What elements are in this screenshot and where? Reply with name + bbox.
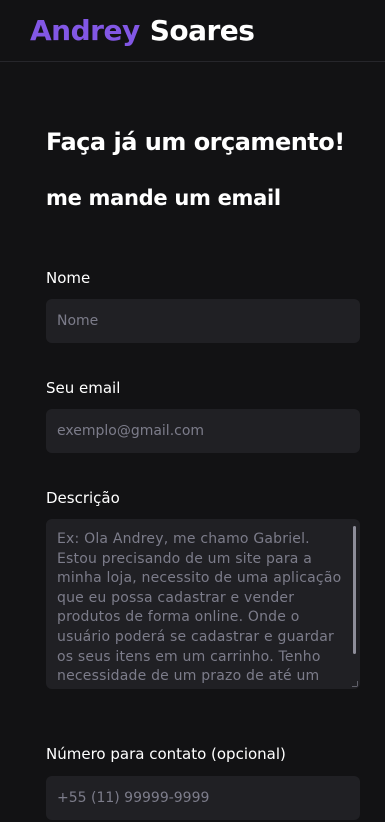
description-label: Descrição	[46, 489, 120, 507]
brand-logo[interactable]: Andrey Soares	[30, 14, 255, 48]
name-input[interactable]	[46, 299, 360, 343]
email-input[interactable]	[46, 409, 360, 453]
brand-first-name: Andrey	[30, 14, 140, 47]
phone-label: Número para contato (opcional)	[46, 745, 286, 763]
brand-last-name: Soares	[149, 14, 255, 47]
textarea-scrollbar[interactable]	[353, 526, 356, 654]
resize-handle-icon[interactable]	[352, 681, 358, 687]
name-label: Nome	[46, 269, 91, 287]
email-label: Seu email	[46, 379, 121, 397]
description-textarea[interactable]: Ex: Ola Andrey, me chamo Gabriel. Estou …	[46, 519, 360, 689]
header: Andrey Soares	[0, 0, 385, 62]
page-title: Faça já um orçamento!	[46, 128, 345, 156]
page-subtitle: me mande um email	[46, 186, 281, 210]
phone-input[interactable]	[46, 776, 360, 820]
description-placeholder: Ex: Ola Andrey, me chamo Gabriel. Estou …	[57, 531, 342, 685]
